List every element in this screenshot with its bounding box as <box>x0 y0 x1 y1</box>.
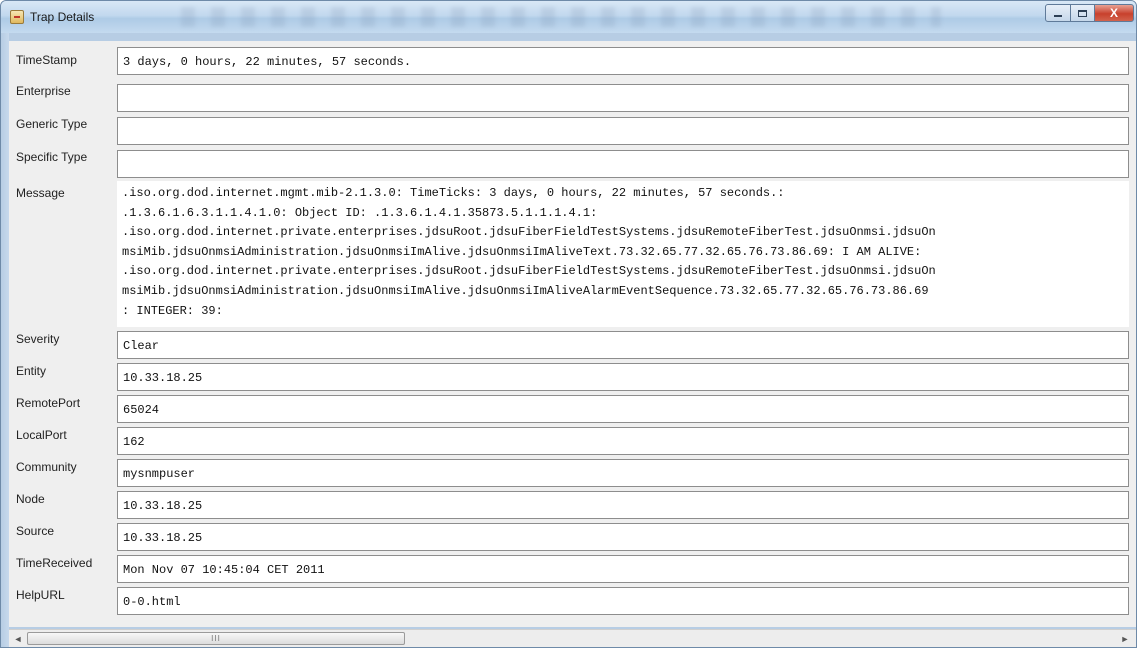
community-field[interactable]: mysnmpuser <box>117 459 1129 487</box>
specific-type-label: Specific Type <box>16 150 88 164</box>
scroll-right-icon[interactable]: ► <box>1117 631 1133 646</box>
minimize-icon <box>1054 15 1062 17</box>
node-field[interactable]: 10.33.18.25 <box>117 491 1129 519</box>
message-line: msiMib.jdsuOnmsiAdministration.jdsuOnmsi… <box>122 244 922 259</box>
message-line: .iso.org.dod.internet.private.enterprise… <box>122 264 936 279</box>
close-icon: X <box>1109 6 1118 20</box>
severity-label: Severity <box>16 332 60 346</box>
node-label: Node <box>16 492 45 506</box>
close-button[interactable]: X <box>1094 4 1134 22</box>
trap-details-window: Trap Details X TimeStamp 3 days, 0 hours… <box>0 0 1137 648</box>
timestamp-label: TimeStamp <box>16 53 77 67</box>
window-title: Trap Details <box>30 10 95 24</box>
generic-type-label: Generic Type <box>16 117 88 131</box>
help-url-field[interactable]: 0-0.html <box>117 587 1129 615</box>
source-field[interactable]: 10.33.18.25 <box>117 523 1129 551</box>
specific-type-field[interactable] <box>117 150 1129 178</box>
entity-field[interactable]: 10.33.18.25 <box>117 363 1129 391</box>
enterprise-field[interactable] <box>117 84 1129 112</box>
java-app-icon <box>10 10 24 24</box>
message-line: .iso.org.dod.internet.private.enterprise… <box>122 225 936 240</box>
message-line: .iso.org.dod.internet.mgmt.mib-2.1.3.0: … <box>122 186 785 200</box>
maximize-button[interactable] <box>1070 4 1095 22</box>
message-line: .1.3.6.1.6.3.1.1.4.1.0: Object ID: .1.3.… <box>122 205 598 220</box>
time-received-label: TimeReceived <box>16 556 93 570</box>
local-port-label: LocalPort <box>16 428 67 442</box>
window-frame-left <box>1 33 9 647</box>
title-bar[interactable]: Trap Details X <box>1 1 1136 33</box>
scrollbar-thumb[interactable]: III <box>27 632 405 645</box>
title-bar-background <box>181 7 941 27</box>
time-received-field[interactable]: Mon Nov 07 10:45:04 CET 2011 <box>117 555 1129 583</box>
remote-port-label: RemotePort <box>16 396 81 410</box>
source-label: Source <box>16 524 55 538</box>
details-panel: TimeStamp 3 days, 0 hours, 22 minutes, 5… <box>9 41 1136 627</box>
minimize-button[interactable] <box>1045 4 1071 22</box>
grip-icon: III <box>211 634 221 643</box>
horizontal-scrollbar[interactable]: ◄ III ► <box>9 629 1136 647</box>
message-field[interactable]: .iso.org.dod.internet.mgmt.mib-2.1.3.0: … <box>117 181 1129 327</box>
message-line: msiMib.jdsuOnmsiAdministration.jdsuOnmsi… <box>122 283 929 298</box>
maximize-icon <box>1078 9 1087 17</box>
enterprise-label: Enterprise <box>16 84 71 98</box>
scroll-left-icon[interactable]: ◄ <box>10 631 26 646</box>
entity-label: Entity <box>16 364 47 378</box>
remote-port-field[interactable]: 65024 <box>117 395 1129 423</box>
timestamp-field[interactable]: 3 days, 0 hours, 22 minutes, 57 seconds. <box>117 47 1129 75</box>
community-label: Community <box>16 460 77 474</box>
help-url-label: HelpURL <box>16 588 65 602</box>
severity-field[interactable]: Clear <box>117 331 1129 359</box>
generic-type-field[interactable] <box>117 117 1129 145</box>
message-line: : INTEGER: 39: <box>122 303 223 318</box>
message-label: Message <box>16 186 65 200</box>
local-port-field[interactable]: 162 <box>117 427 1129 455</box>
